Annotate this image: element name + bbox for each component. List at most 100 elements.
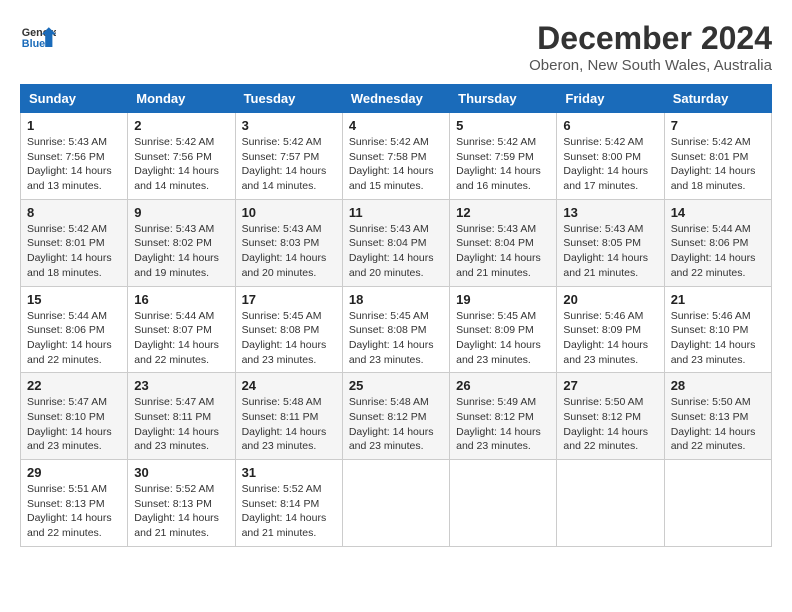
day-info: Sunrise: 5:50 AM Sunset: 8:13 PM Dayligh… bbox=[671, 395, 765, 454]
day-number: 25 bbox=[349, 378, 443, 393]
table-row: 21 Sunrise: 5:46 AM Sunset: 8:10 PM Dayl… bbox=[664, 286, 771, 373]
day-number: 4 bbox=[349, 118, 443, 133]
day-number: 19 bbox=[456, 292, 550, 307]
col-thursday: Thursday bbox=[450, 85, 557, 113]
day-info: Sunrise: 5:42 AM Sunset: 7:57 PM Dayligh… bbox=[242, 135, 336, 194]
table-row: 16 Sunrise: 5:44 AM Sunset: 8:07 PM Dayl… bbox=[128, 286, 235, 373]
table-row: 11 Sunrise: 5:43 AM Sunset: 8:04 PM Dayl… bbox=[342, 199, 449, 286]
day-number: 8 bbox=[27, 205, 121, 220]
day-info: Sunrise: 5:48 AM Sunset: 8:11 PM Dayligh… bbox=[242, 395, 336, 454]
day-number: 1 bbox=[27, 118, 121, 133]
table-row bbox=[342, 460, 449, 547]
table-row: 22 Sunrise: 5:47 AM Sunset: 8:10 PM Dayl… bbox=[21, 373, 128, 460]
day-number: 9 bbox=[134, 205, 228, 220]
table-row: 28 Sunrise: 5:50 AM Sunset: 8:13 PM Dayl… bbox=[664, 373, 771, 460]
day-number: 16 bbox=[134, 292, 228, 307]
col-friday: Friday bbox=[557, 85, 664, 113]
table-row: 27 Sunrise: 5:50 AM Sunset: 8:12 PM Dayl… bbox=[557, 373, 664, 460]
calendar-week-1: 1 Sunrise: 5:43 AM Sunset: 7:56 PM Dayli… bbox=[21, 113, 772, 200]
day-number: 28 bbox=[671, 378, 765, 393]
table-row: 24 Sunrise: 5:48 AM Sunset: 8:11 PM Dayl… bbox=[235, 373, 342, 460]
day-number: 18 bbox=[349, 292, 443, 307]
table-row: 2 Sunrise: 5:42 AM Sunset: 7:56 PM Dayli… bbox=[128, 113, 235, 200]
page-header: General Blue December 2024 Oberon, New S… bbox=[20, 20, 772, 74]
day-info: Sunrise: 5:47 AM Sunset: 8:10 PM Dayligh… bbox=[27, 395, 121, 454]
logo: General Blue bbox=[20, 20, 56, 56]
day-info: Sunrise: 5:42 AM Sunset: 7:58 PM Dayligh… bbox=[349, 135, 443, 194]
day-number: 31 bbox=[242, 465, 336, 480]
day-number: 23 bbox=[134, 378, 228, 393]
calendar-week-2: 8 Sunrise: 5:42 AM Sunset: 8:01 PM Dayli… bbox=[21, 199, 772, 286]
page-subtitle: Oberon, New South Wales, Australia bbox=[529, 57, 772, 74]
day-number: 17 bbox=[242, 292, 336, 307]
title-block: December 2024 Oberon, New South Wales, A… bbox=[529, 20, 772, 74]
day-info: Sunrise: 5:42 AM Sunset: 7:56 PM Dayligh… bbox=[134, 135, 228, 194]
day-info: Sunrise: 5:51 AM Sunset: 8:13 PM Dayligh… bbox=[27, 482, 121, 541]
day-number: 2 bbox=[134, 118, 228, 133]
table-row: 23 Sunrise: 5:47 AM Sunset: 8:11 PM Dayl… bbox=[128, 373, 235, 460]
day-number: 20 bbox=[563, 292, 657, 307]
day-info: Sunrise: 5:43 AM Sunset: 7:56 PM Dayligh… bbox=[27, 135, 121, 194]
table-row: 29 Sunrise: 5:51 AM Sunset: 8:13 PM Dayl… bbox=[21, 460, 128, 547]
calendar-week-5: 29 Sunrise: 5:51 AM Sunset: 8:13 PM Dayl… bbox=[21, 460, 772, 547]
day-info: Sunrise: 5:45 AM Sunset: 8:08 PM Dayligh… bbox=[349, 309, 443, 368]
day-info: Sunrise: 5:46 AM Sunset: 8:09 PM Dayligh… bbox=[563, 309, 657, 368]
table-row: 7 Sunrise: 5:42 AM Sunset: 8:01 PM Dayli… bbox=[664, 113, 771, 200]
table-row bbox=[557, 460, 664, 547]
logo-icon: General Blue bbox=[20, 20, 56, 56]
table-row: 17 Sunrise: 5:45 AM Sunset: 8:08 PM Dayl… bbox=[235, 286, 342, 373]
day-info: Sunrise: 5:44 AM Sunset: 8:06 PM Dayligh… bbox=[27, 309, 121, 368]
table-row: 13 Sunrise: 5:43 AM Sunset: 8:05 PM Dayl… bbox=[557, 199, 664, 286]
table-row bbox=[450, 460, 557, 547]
day-number: 6 bbox=[563, 118, 657, 133]
svg-text:Blue: Blue bbox=[22, 38, 45, 50]
col-tuesday: Tuesday bbox=[235, 85, 342, 113]
table-row: 31 Sunrise: 5:52 AM Sunset: 8:14 PM Dayl… bbox=[235, 460, 342, 547]
table-row: 1 Sunrise: 5:43 AM Sunset: 7:56 PM Dayli… bbox=[21, 113, 128, 200]
day-info: Sunrise: 5:48 AM Sunset: 8:12 PM Dayligh… bbox=[349, 395, 443, 454]
day-number: 12 bbox=[456, 205, 550, 220]
table-row: 15 Sunrise: 5:44 AM Sunset: 8:06 PM Dayl… bbox=[21, 286, 128, 373]
calendar-table: Sunday Monday Tuesday Wednesday Thursday… bbox=[20, 84, 772, 547]
day-info: Sunrise: 5:47 AM Sunset: 8:11 PM Dayligh… bbox=[134, 395, 228, 454]
day-info: Sunrise: 5:45 AM Sunset: 8:09 PM Dayligh… bbox=[456, 309, 550, 368]
day-info: Sunrise: 5:42 AM Sunset: 8:01 PM Dayligh… bbox=[27, 222, 121, 281]
day-info: Sunrise: 5:42 AM Sunset: 8:00 PM Dayligh… bbox=[563, 135, 657, 194]
day-number: 11 bbox=[349, 205, 443, 220]
day-number: 13 bbox=[563, 205, 657, 220]
table-row: 18 Sunrise: 5:45 AM Sunset: 8:08 PM Dayl… bbox=[342, 286, 449, 373]
calendar-week-4: 22 Sunrise: 5:47 AM Sunset: 8:10 PM Dayl… bbox=[21, 373, 772, 460]
day-info: Sunrise: 5:44 AM Sunset: 8:07 PM Dayligh… bbox=[134, 309, 228, 368]
day-info: Sunrise: 5:43 AM Sunset: 8:03 PM Dayligh… bbox=[242, 222, 336, 281]
table-row: 30 Sunrise: 5:52 AM Sunset: 8:13 PM Dayl… bbox=[128, 460, 235, 547]
col-monday: Monday bbox=[128, 85, 235, 113]
day-info: Sunrise: 5:44 AM Sunset: 8:06 PM Dayligh… bbox=[671, 222, 765, 281]
calendar-week-3: 15 Sunrise: 5:44 AM Sunset: 8:06 PM Dayl… bbox=[21, 286, 772, 373]
day-number: 30 bbox=[134, 465, 228, 480]
table-row bbox=[664, 460, 771, 547]
day-info: Sunrise: 5:52 AM Sunset: 8:13 PM Dayligh… bbox=[134, 482, 228, 541]
table-row: 6 Sunrise: 5:42 AM Sunset: 8:00 PM Dayli… bbox=[557, 113, 664, 200]
day-number: 29 bbox=[27, 465, 121, 480]
day-number: 5 bbox=[456, 118, 550, 133]
day-number: 22 bbox=[27, 378, 121, 393]
table-row: 8 Sunrise: 5:42 AM Sunset: 8:01 PM Dayli… bbox=[21, 199, 128, 286]
table-row: 10 Sunrise: 5:43 AM Sunset: 8:03 PM Dayl… bbox=[235, 199, 342, 286]
day-number: 27 bbox=[563, 378, 657, 393]
day-info: Sunrise: 5:49 AM Sunset: 8:12 PM Dayligh… bbox=[456, 395, 550, 454]
table-row: 4 Sunrise: 5:42 AM Sunset: 7:58 PM Dayli… bbox=[342, 113, 449, 200]
day-number: 26 bbox=[456, 378, 550, 393]
calendar-header-row: Sunday Monday Tuesday Wednesday Thursday… bbox=[21, 85, 772, 113]
col-saturday: Saturday bbox=[664, 85, 771, 113]
day-info: Sunrise: 5:43 AM Sunset: 8:04 PM Dayligh… bbox=[349, 222, 443, 281]
table-row: 9 Sunrise: 5:43 AM Sunset: 8:02 PM Dayli… bbox=[128, 199, 235, 286]
day-info: Sunrise: 5:43 AM Sunset: 8:02 PM Dayligh… bbox=[134, 222, 228, 281]
table-row: 3 Sunrise: 5:42 AM Sunset: 7:57 PM Dayli… bbox=[235, 113, 342, 200]
page-title: December 2024 bbox=[529, 20, 772, 57]
table-row: 12 Sunrise: 5:43 AM Sunset: 8:04 PM Dayl… bbox=[450, 199, 557, 286]
day-number: 14 bbox=[671, 205, 765, 220]
day-info: Sunrise: 5:42 AM Sunset: 7:59 PM Dayligh… bbox=[456, 135, 550, 194]
day-info: Sunrise: 5:52 AM Sunset: 8:14 PM Dayligh… bbox=[242, 482, 336, 541]
table-row: 19 Sunrise: 5:45 AM Sunset: 8:09 PM Dayl… bbox=[450, 286, 557, 373]
day-number: 21 bbox=[671, 292, 765, 307]
